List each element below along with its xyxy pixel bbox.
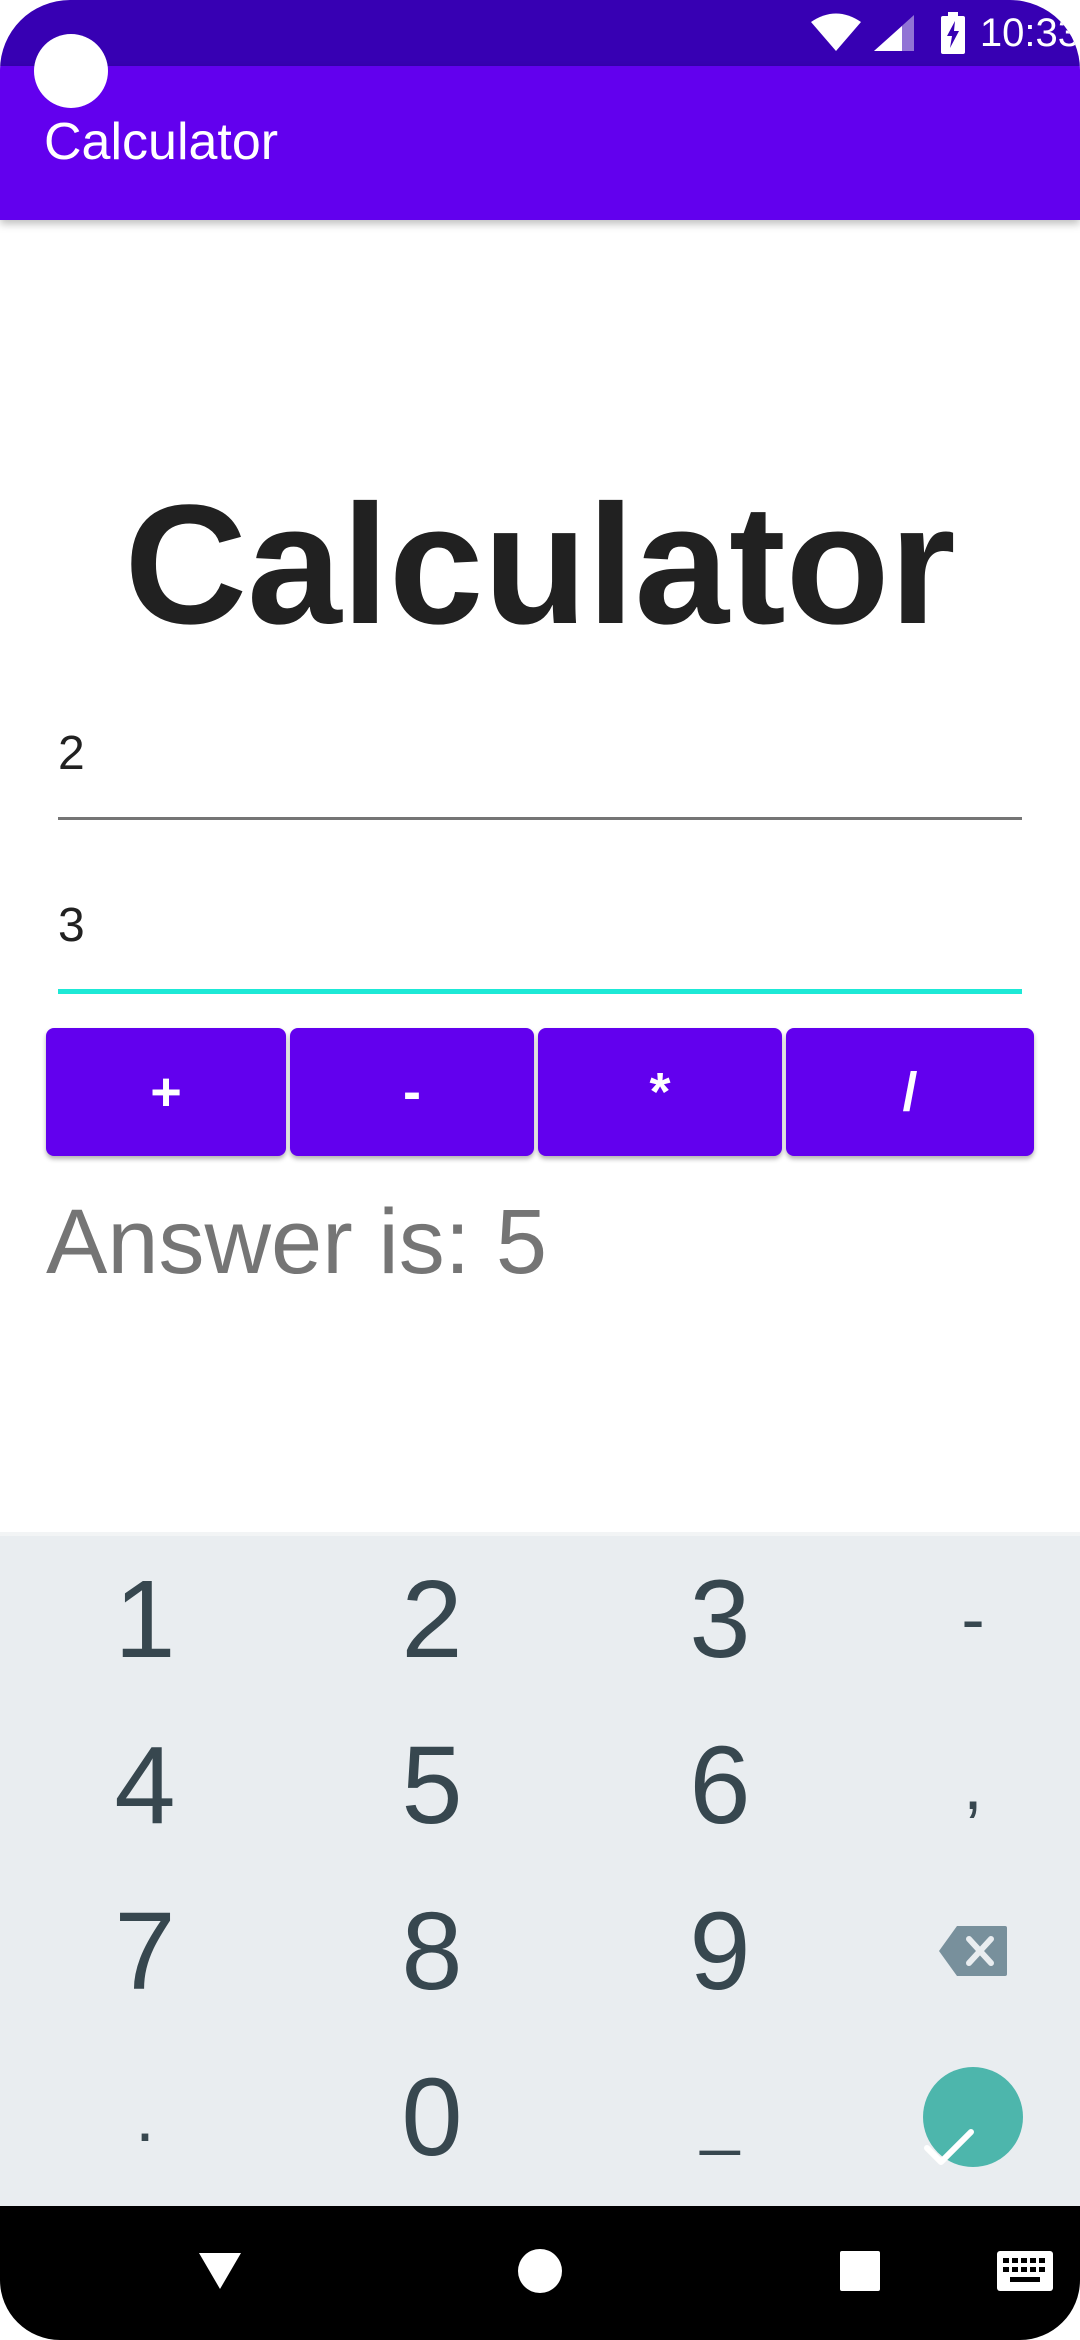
key-comma[interactable]: , (838, 1702, 1080, 1868)
key-4[interactable]: 4 (10, 1702, 280, 1868)
recents-icon (839, 2250, 881, 2297)
key-period[interactable]: . (10, 2034, 280, 2200)
navigation-bar (0, 2206, 1080, 2340)
keyboard-switch-button[interactable] (980, 2206, 1070, 2340)
keyboard-icon (996, 2250, 1054, 2297)
check-icon (923, 2069, 975, 2192)
camera-cutout (34, 34, 108, 108)
page-title: Calculator (124, 470, 956, 660)
wifi-icon (810, 13, 862, 53)
back-icon (197, 2251, 243, 2296)
backspace-icon (939, 1926, 1007, 1976)
phone-screen: 10:33 Calculator Calculator 2 3 + - * / … (0, 0, 1080, 2340)
number-input-1[interactable]: 2 (58, 714, 1022, 820)
battery-charging-icon (940, 12, 966, 54)
numeric-keyboard: 1 2 3 - 4 5 6 , 7 8 9 . 0 _ (0, 1532, 1080, 2210)
operation-buttons: + - * / (46, 1028, 1034, 1156)
divide-button[interactable]: / (786, 1028, 1034, 1156)
status-time: 10:33 (979, 10, 1080, 55)
app-bar-title: Calculator (44, 113, 279, 171)
key-minus[interactable]: - (838, 1536, 1080, 1702)
subtract-button[interactable]: - (290, 1028, 534, 1156)
cell-signal-icon (872, 13, 916, 53)
number-input-1-underline (58, 817, 1022, 820)
add-button[interactable]: + (46, 1028, 286, 1156)
key-2[interactable]: 2 (297, 1536, 567, 1702)
number-input-2-value: 3 (58, 899, 85, 952)
key-9[interactable]: 9 (585, 1868, 855, 2034)
done-button-circle (923, 2067, 1023, 2167)
home-button[interactable] (500, 2206, 580, 2340)
recents-button[interactable] (820, 2206, 900, 2340)
key-7[interactable]: 7 (10, 1868, 280, 2034)
backspace-key[interactable] (838, 1868, 1080, 2034)
app-bar: Calculator (0, 66, 1080, 220)
status-bar: 10:33 (0, 0, 1080, 66)
back-button[interactable] (180, 2206, 260, 2340)
key-8[interactable]: 8 (297, 1868, 567, 2034)
number-input-1-value: 2 (58, 727, 85, 780)
status-icons: 10:33 (810, 0, 1080, 66)
number-input-2-underline (58, 989, 1022, 994)
key-5[interactable]: 5 (297, 1702, 567, 1868)
number-input-2[interactable]: 3 (58, 886, 1022, 994)
key-0[interactable]: 0 (297, 2034, 567, 2200)
done-key[interactable] (838, 2034, 1080, 2200)
multiply-button[interactable]: * (538, 1028, 782, 1156)
key-6[interactable]: 6 (585, 1702, 855, 1868)
key-space[interactable]: _ (585, 2034, 855, 2200)
answer-text: Answer is: 5 (46, 1191, 548, 1293)
home-icon (517, 2248, 563, 2299)
key-1[interactable]: 1 (10, 1536, 280, 1702)
key-3[interactable]: 3 (585, 1536, 855, 1702)
